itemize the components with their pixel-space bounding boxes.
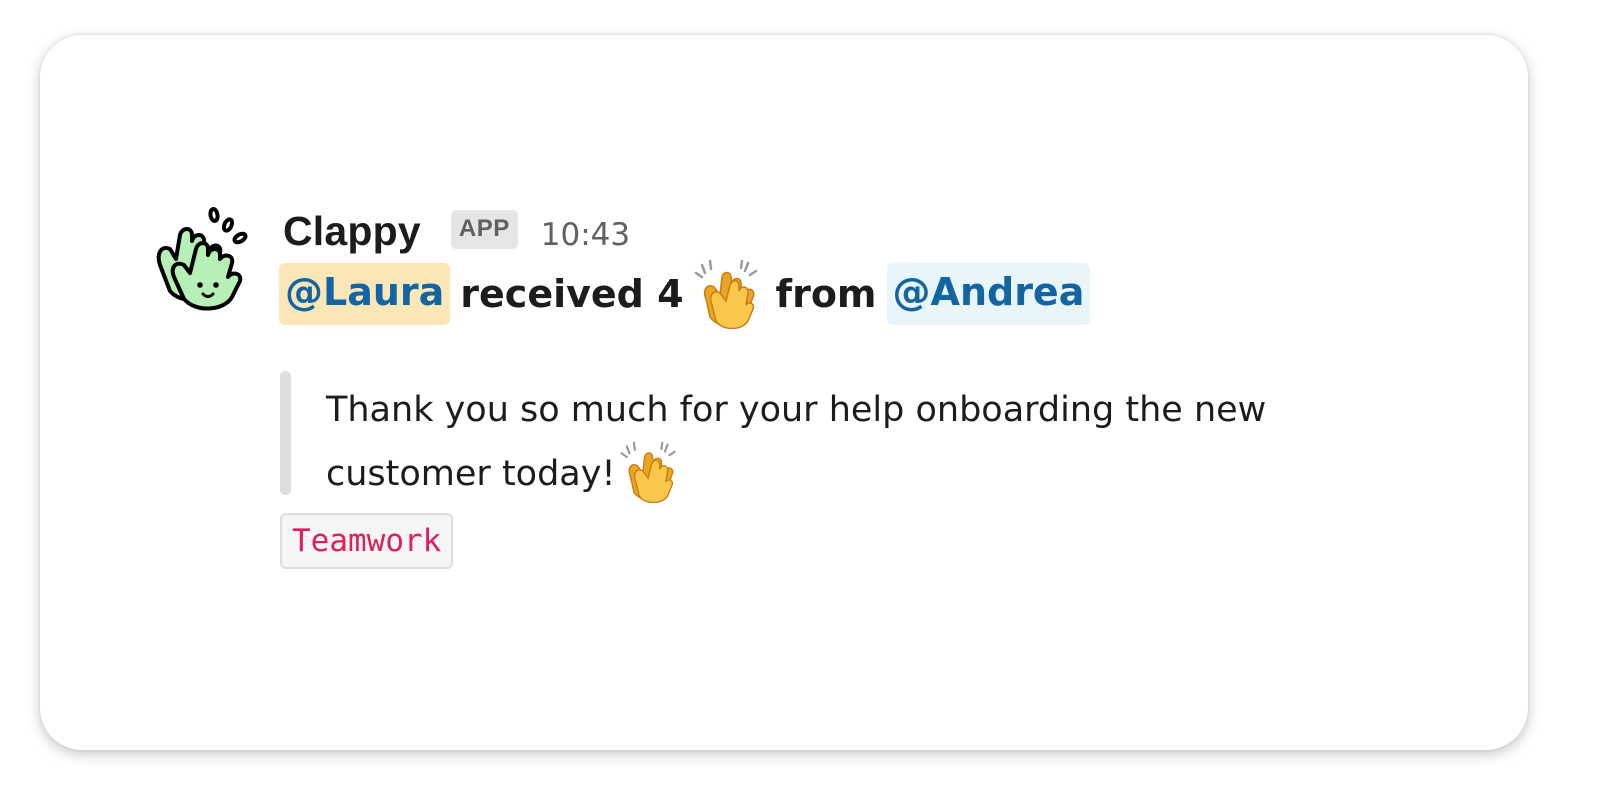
bot-name[interactable]: Clappy (283, 208, 421, 255)
clap-emoji-icon (694, 259, 757, 329)
message-header: Clappy APP 10:43 (283, 203, 630, 259)
received-count-text: received 4 (460, 272, 684, 316)
quote-bar (280, 371, 291, 495)
message-headline: @Laura received 4 from @Andrea (279, 259, 1091, 329)
message-timestamp[interactable]: 10:43 (541, 217, 630, 253)
clappy-avatar-icon[interactable] (152, 205, 256, 313)
from-label: from (775, 272, 877, 316)
recipient-mention[interactable]: @Laura (279, 263, 451, 325)
message-quote: Thank you so much for your help onboardi… (280, 371, 1360, 503)
clap-emoji-icon (619, 441, 676, 503)
quote-text-container: Thank you so much for your help onboardi… (326, 379, 1366, 505)
sender-mention[interactable]: @Andrea (886, 263, 1091, 325)
app-badge: APP (450, 209, 518, 249)
teamwork-tag[interactable]: Teamwork (280, 513, 454, 569)
quote-text: Thank you so much for your help onboardi… (326, 390, 1267, 494)
